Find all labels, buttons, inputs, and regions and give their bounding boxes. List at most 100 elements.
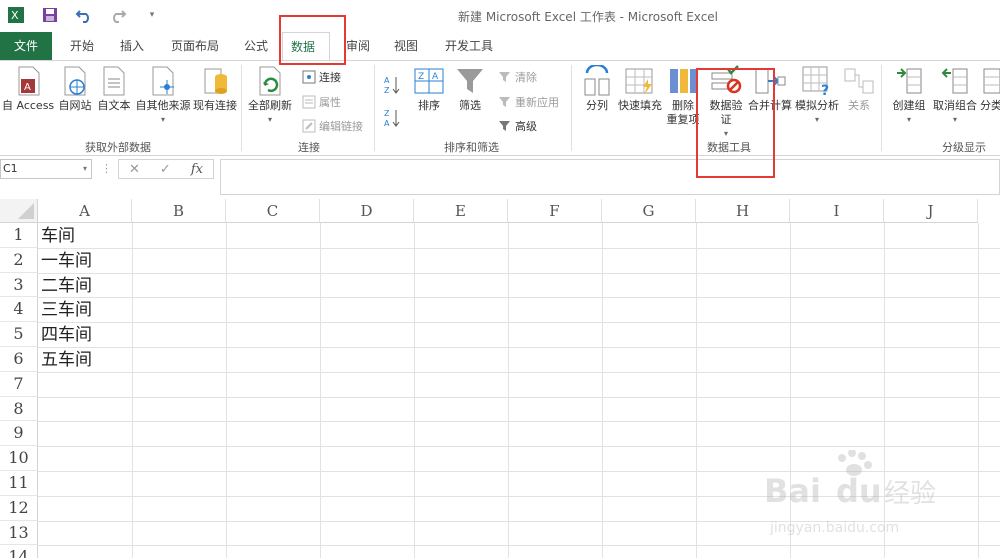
row-header[interactable]: 5 — [0, 322, 38, 347]
cancel-icon[interactable]: ✕ — [129, 162, 140, 177]
grid-column-line — [508, 223, 509, 558]
tab-insert[interactable]: 插入 — [120, 32, 144, 60]
text-to-columns-button[interactable]: 分列 — [580, 63, 614, 113]
properties-icon — [302, 95, 316, 109]
clear-filter-button[interactable]: 清除 — [498, 69, 537, 85]
row-header[interactable]: 14 — [0, 545, 38, 558]
column-header-i[interactable]: I — [790, 199, 884, 223]
tab-review[interactable]: 审阅 — [346, 32, 370, 60]
connections-button[interactable]: 连接 — [302, 69, 341, 85]
reapply-label: 重新应用 — [515, 96, 559, 109]
flash-fill-button[interactable]: 快速填充 — [617, 65, 663, 113]
cell-a6[interactable]: 五车间 — [41, 348, 92, 373]
column-header-f[interactable]: F — [508, 199, 602, 223]
cell-a3[interactable]: 二车间 — [41, 274, 92, 299]
tab-home[interactable]: 开始 — [70, 32, 94, 60]
redo-icon[interactable] — [108, 5, 128, 25]
reapply-icon — [499, 97, 510, 107]
select-all-corner[interactable] — [0, 199, 38, 223]
advanced-filter-button[interactable]: 高级 — [498, 118, 537, 134]
column-header-c[interactable]: C — [226, 199, 320, 223]
row-header[interactable]: 11 — [0, 471, 38, 496]
row-header[interactable]: 12 — [0, 495, 38, 521]
row-header[interactable]: 3 — [0, 272, 38, 298]
dropdown-arrow-icon: ▾ — [814, 115, 819, 124]
row-header[interactable]: 13 — [0, 520, 38, 546]
grid-row-line — [38, 297, 1000, 299]
cell-a5[interactable]: 四车间 — [41, 323, 92, 348]
cell-a4[interactable]: 三车间 — [41, 298, 92, 323]
row-header[interactable]: 7 — [0, 371, 38, 397]
existing-connections-button[interactable]: 现有连接 — [192, 65, 238, 113]
connections-label: 连接 — [319, 71, 341, 84]
row-header[interactable]: 4 — [0, 297, 38, 323]
more-options-icon[interactable]: ⋮ — [101, 162, 112, 175]
refresh-all-button[interactable]: 全部刷新 ▾ — [246, 65, 294, 127]
clear-filter-label: 清除 — [515, 71, 537, 84]
undo-icon[interactable] — [74, 5, 94, 25]
from-access-button[interactable]: A 自 Access — [2, 65, 55, 113]
enter-icon[interactable]: ✓ — [160, 162, 171, 177]
from-access-label: 自 Access — [2, 99, 55, 112]
tab-page-layout[interactable]: 页面布局 — [171, 32, 219, 60]
what-if-analysis-button[interactable]: ? 模拟分析 ▾ — [794, 65, 840, 127]
row-header[interactable]: 6 — [0, 347, 38, 372]
ribbon-data: A 自 Access 自网站 自文本 自其他来源 ▾ 现有连接 获取外部数据 全… — [0, 60, 1000, 156]
sort-ascending-button[interactable]: AZ — [384, 75, 400, 95]
name-box-dropdown-icon[interactable]: ▾ — [83, 160, 87, 178]
insert-function-icon[interactable]: fx — [191, 162, 203, 177]
column-header-h[interactable]: H — [696, 199, 790, 223]
column-header-b[interactable]: B — [132, 199, 226, 223]
sort-descending-button[interactable]: ZA — [384, 108, 400, 128]
sort-button[interactable]: ZA 排序 — [412, 65, 446, 113]
cell-a1[interactable]: 车间 — [41, 224, 75, 249]
highlight-box-data-tab — [279, 15, 346, 65]
tab-developer[interactable]: 开发工具 — [445, 32, 493, 60]
row-header[interactable]: 10 — [0, 446, 38, 471]
from-text-button[interactable]: 自文本 — [96, 65, 132, 113]
other-sources-icon — [147, 65, 179, 97]
reapply-button[interactable]: 重新应用 — [498, 94, 559, 110]
group-button[interactable]: 创建组 ▾ — [888, 65, 930, 127]
row-header[interactable]: 2 — [0, 247, 38, 273]
column-header-g[interactable]: G — [602, 199, 696, 223]
subtotal-button[interactable]: 分类 — [980, 65, 1000, 113]
svg-text:Z: Z — [384, 86, 390, 95]
properties-button[interactable]: 属性 — [302, 94, 341, 110]
grid-row-line — [38, 247, 1000, 249]
ungroup-button[interactable]: 取消组合 ▾ — [932, 65, 978, 127]
svg-text:Bai: Bai — [764, 472, 821, 510]
tab-formulas[interactable]: 公式 — [244, 32, 268, 60]
from-text-label: 自文本 — [97, 99, 131, 112]
window-title: 新建 Microsoft Excel 工作表 - Microsoft Excel — [458, 10, 719, 24]
sort-za-icon: ZA — [384, 109, 400, 128]
tab-view[interactable]: 视图 — [394, 32, 418, 60]
row-header[interactable]: 1 — [0, 223, 38, 248]
formula-input[interactable] — [220, 159, 1000, 195]
edit-links-button[interactable]: 编辑链接 — [302, 118, 363, 134]
from-other-sources-button[interactable]: 自其他来源 ▾ — [135, 65, 191, 127]
tab-file[interactable]: 文件 — [0, 32, 52, 60]
ribbon-tab-bar: 文件 开始 插入 页面布局 公式 数据 审阅 视图 开发工具 — [0, 32, 1000, 60]
remove-duplicates-button[interactable]: 删除 重复项 — [666, 65, 700, 127]
name-box[interactable]: C1 ▾ — [0, 159, 92, 179]
column-header-j[interactable]: J — [884, 199, 978, 223]
properties-label: 属性 — [319, 96, 341, 109]
formula-buttons: ✕ ✓ fx — [118, 159, 214, 179]
row-header[interactable]: 8 — [0, 396, 38, 422]
svg-text:Z: Z — [384, 109, 390, 118]
cell-a2[interactable]: 一车间 — [41, 249, 92, 274]
save-icon[interactable] — [40, 5, 60, 25]
dropdown-arrow-icon: ▾ — [160, 115, 165, 124]
column-header-a[interactable]: A — [38, 199, 132, 223]
relationships-button[interactable]: 关系 — [841, 65, 877, 113]
column-header-e[interactable]: E — [414, 199, 508, 223]
filter-button[interactable]: 筛选 — [452, 65, 488, 113]
customize-qat-icon[interactable]: ▾ — [142, 5, 162, 25]
row-header[interactable]: 9 — [0, 421, 38, 447]
text-to-columns-icon — [581, 63, 613, 97]
from-web-button[interactable]: 自网站 — [56, 65, 94, 113]
grid-row-line — [38, 396, 1000, 398]
column-header-d[interactable]: D — [320, 199, 414, 223]
refresh-all-label: 全部刷新 — [248, 99, 292, 112]
